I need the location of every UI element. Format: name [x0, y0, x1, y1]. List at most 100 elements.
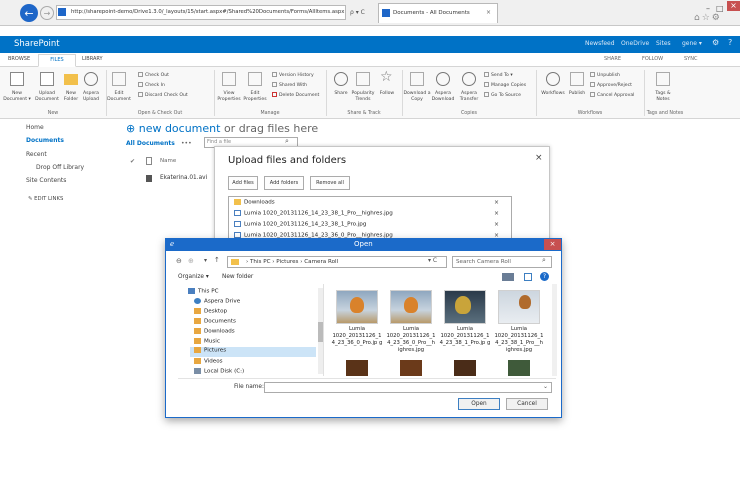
- nav-documents[interactable]: Documents: [26, 137, 64, 144]
- search-icon[interactable]: ⌕: [542, 256, 546, 265]
- nav-site-contents[interactable]: Site Contents: [26, 177, 66, 184]
- nav-edit-links[interactable]: ✎ EDIT LINKS: [28, 196, 63, 202]
- window-close-button[interactable]: ×: [727, 1, 740, 11]
- go-to-source-button[interactable]: Go To Source: [484, 92, 521, 98]
- thumbnail-image[interactable]: [498, 290, 540, 324]
- upload-close-icon[interactable]: ×: [535, 153, 543, 163]
- thumbnail-image[interactable]: [390, 290, 432, 324]
- check-out-button[interactable]: Check Out: [138, 72, 169, 78]
- tab-library[interactable]: LIBRARY: [82, 56, 103, 62]
- recent-locations-icon[interactable]: ▾: [204, 257, 207, 264]
- tree-downloads[interactable]: Downloads: [194, 328, 235, 335]
- new-document-button[interactable]: New Document ▾: [2, 91, 32, 102]
- browser-tab[interactable]: Documents - All Documents: [378, 3, 498, 23]
- delete-document-button[interactable]: Delete Document: [272, 92, 319, 98]
- back-arrow-icon[interactable]: ←: [20, 4, 38, 22]
- thumbnail-image[interactable]: [444, 290, 486, 324]
- share-action[interactable]: SHARE: [604, 56, 621, 62]
- tags-notes-button[interactable]: Tags & Notes: [648, 91, 678, 102]
- upload-document-button[interactable]: Upload Document: [32, 91, 62, 102]
- tree-documents[interactable]: Documents: [194, 318, 236, 325]
- remove-item-icon[interactable]: ×: [494, 221, 499, 228]
- edit-document-button[interactable]: Edit Document: [104, 91, 134, 102]
- settings-gear-icon[interactable]: ⚙: [712, 38, 719, 47]
- maximize-button[interactable]: □: [716, 4, 724, 13]
- sharepoint-title[interactable]: SharePoint: [14, 39, 60, 49]
- tree-desktop[interactable]: Desktop: [194, 308, 227, 315]
- address-controls[interactable]: ρ ▾ C: [350, 9, 365, 16]
- send-to-button[interactable]: Send To ▾: [484, 72, 513, 78]
- remove-all-button[interactable]: Remove all: [310, 176, 350, 190]
- sync-action[interactable]: SYNC: [684, 56, 697, 62]
- check-in-button[interactable]: Check In: [138, 82, 165, 88]
- forward-arrow-icon[interactable]: →: [40, 6, 54, 20]
- publish-button[interactable]: Publish: [564, 91, 590, 97]
- nav-recent[interactable]: Recent: [26, 151, 47, 158]
- name-column-header[interactable]: Name: [160, 158, 176, 164]
- remove-item-icon[interactable]: ×: [494, 210, 499, 217]
- cancel-button[interactable]: Cancel: [506, 398, 548, 410]
- chevron-down-icon[interactable]: ⌄: [543, 383, 548, 390]
- approve-reject-button[interactable]: Approve/Reject: [590, 82, 632, 88]
- more-views[interactable]: •••: [181, 140, 192, 147]
- add-files-button[interactable]: Add files: [228, 176, 258, 190]
- search-camera-roll-input[interactable]: Search Camera Roll: [452, 256, 552, 268]
- nav-drop-off-library[interactable]: Drop Off Library: [36, 164, 84, 171]
- tree-this-pc[interactable]: This PC: [188, 288, 219, 295]
- edit-properties-button[interactable]: Edit Properties: [240, 91, 270, 102]
- add-folders-button[interactable]: Add folders: [264, 176, 304, 190]
- suite-link-sites[interactable]: Sites: [656, 40, 671, 47]
- preview-pane-icon[interactable]: [524, 273, 532, 281]
- view-options-icon[interactable]: [502, 273, 514, 281]
- version-history-button[interactable]: Version History: [272, 72, 314, 78]
- suite-link-onedrive[interactable]: OneDrive: [621, 40, 649, 47]
- nav-home[interactable]: Home: [26, 124, 44, 131]
- manage-copies-button[interactable]: Manage Copies: [484, 82, 526, 88]
- tab-browse[interactable]: BROWSE: [8, 56, 30, 62]
- tree-pictures[interactable]: Pictures: [190, 347, 316, 357]
- path-breadcrumb[interactable]: › This PC › Pictures › Camera Roll: [227, 256, 447, 268]
- open-dialog-close-button[interactable]: ×: [544, 239, 561, 250]
- tab-files[interactable]: FILES: [38, 54, 76, 67]
- organize-menu[interactable]: Organize ▾: [178, 274, 209, 280]
- up-arrow-icon[interactable]: ↑: [214, 256, 220, 264]
- aspera-transfer-button[interactable]: Aspera Transfer: [454, 91, 484, 102]
- nav-scrollbar-thumb[interactable]: [318, 322, 323, 342]
- discard-check-out-button[interactable]: Discard Check Out: [138, 92, 188, 98]
- tree-local-disk[interactable]: Local Disk (C:): [194, 368, 244, 375]
- help-icon[interactable]: ?: [540, 272, 549, 281]
- new-folder-button[interactable]: New folder: [222, 274, 253, 280]
- view-all-documents[interactable]: All Documents: [126, 140, 175, 147]
- cancel-approval-button[interactable]: Cancel Approval: [590, 92, 634, 98]
- shared-with-button[interactable]: Shared With: [272, 82, 307, 88]
- select-all-check-icon[interactable]: ✔: [130, 158, 135, 165]
- browser-tools-icon[interactable]: ⌂☆⚙: [694, 13, 722, 23]
- tree-videos[interactable]: Videos: [194, 358, 223, 365]
- new-document-link[interactable]: ⊕ new document or drag files here: [126, 122, 318, 135]
- thumbnail-image[interactable]: [400, 360, 422, 376]
- tree-aspera-drive[interactable]: Aspera Drive: [194, 298, 240, 305]
- minimize-button[interactable]: –: [706, 4, 710, 13]
- help-icon[interactable]: ?: [728, 38, 732, 47]
- search-icon[interactable]: ⌕: [285, 137, 289, 146]
- tab-close-icon[interactable]: ×: [486, 9, 491, 16]
- suite-link-newsfeed[interactable]: Newsfeed: [585, 40, 615, 47]
- follow-action[interactable]: FOLLOW: [642, 56, 663, 62]
- thumbnail-image[interactable]: [346, 360, 368, 376]
- thumbnail-image[interactable]: [336, 290, 378, 324]
- tree-music[interactable]: Music: [194, 338, 220, 345]
- back-arrow-icon[interactable]: ⊖: [176, 257, 182, 265]
- files-scrollbar[interactable]: [552, 284, 557, 376]
- aspera-upload-button[interactable]: Aspera Upload: [80, 91, 102, 102]
- remove-item-icon[interactable]: ×: [494, 199, 499, 206]
- new-folder-button[interactable]: New Folder: [60, 91, 82, 102]
- thumbnail-image[interactable]: [454, 360, 476, 376]
- file-name-link[interactable]: Ekaterina.01.avi: [160, 175, 207, 181]
- user-menu[interactable]: gene ▾: [682, 40, 702, 47]
- file-name-input[interactable]: [264, 382, 552, 393]
- forward-arrow-icon[interactable]: ⊕: [188, 257, 194, 265]
- unpublish-button[interactable]: Unpublish: [590, 72, 620, 78]
- address-bar[interactable]: http://sharepoint-demo/Drive1.3.0/_layou…: [56, 5, 346, 20]
- path-refresh-icon[interactable]: ▾ C: [428, 257, 437, 264]
- follow-button[interactable]: Follow: [374, 91, 400, 97]
